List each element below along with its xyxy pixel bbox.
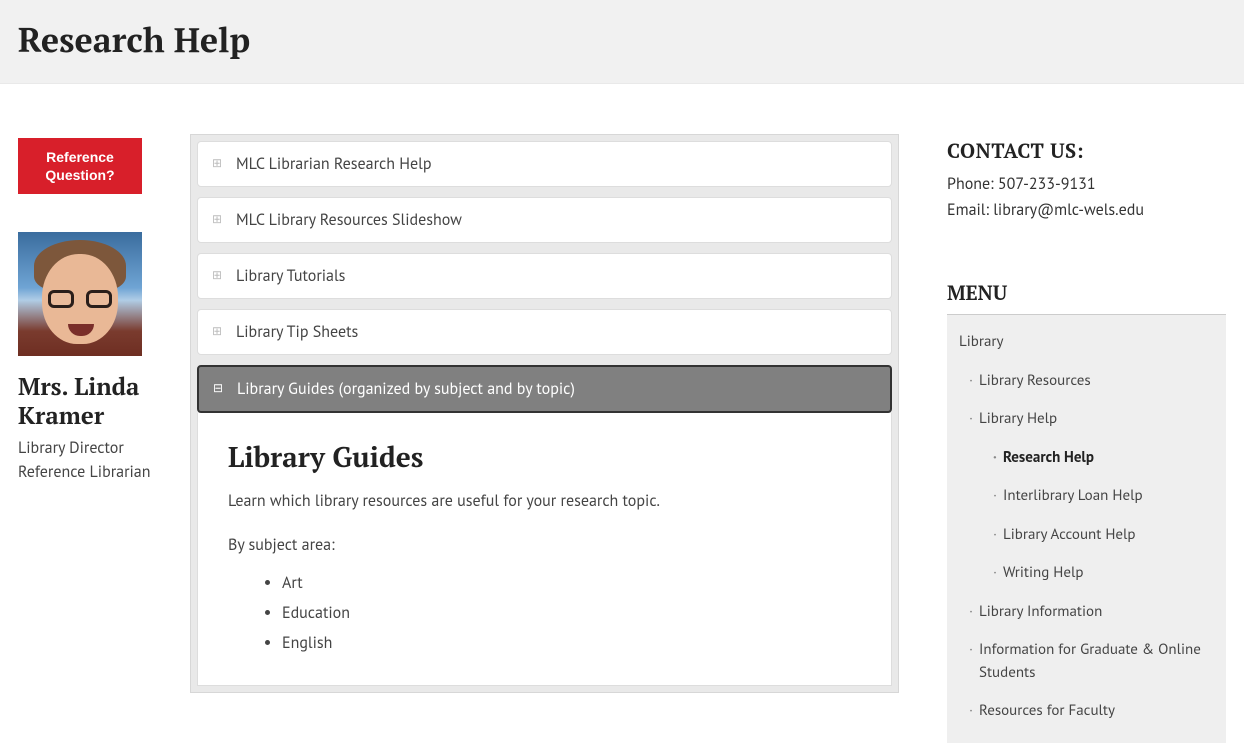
menu-link-ill-help[interactable]: Interlibrary Loan Help xyxy=(947,477,1226,516)
accordion-header-research-help[interactable]: ⊞ MLC Librarian Research Help xyxy=(197,141,892,187)
accordion-header-tip-sheets[interactable]: ⊞ Library Tip Sheets xyxy=(197,309,892,355)
panel-heading: Library Guides xyxy=(228,437,861,479)
page-title-bar: Research Help xyxy=(0,0,1244,84)
menu-link-grad-online[interactable]: Information for Graduate & Online Studen… xyxy=(947,631,1226,692)
plus-icon: ⊞ xyxy=(210,325,224,339)
column-right: CONTACT US: Phone: 507-233-9131 Email: l… xyxy=(899,84,1244,743)
plus-icon: ⊞ xyxy=(210,157,224,171)
accordion-label: Library Guides (organized by subject and… xyxy=(237,377,575,401)
menu-link-library[interactable]: Library xyxy=(947,323,1226,362)
accordion-item: ⊞ MLC Librarian Research Help xyxy=(197,141,892,187)
menu-link-library-help[interactable]: Library Help xyxy=(947,400,1226,439)
accordion: ⊞ MLC Librarian Research Help ⊞ MLC Libr… xyxy=(190,134,899,693)
list-item: Art xyxy=(282,571,861,595)
menu-link-research-help[interactable]: Research Help xyxy=(947,439,1226,478)
page-title: Research Help xyxy=(18,14,1226,65)
accordion-label: MLC Librarian Research Help xyxy=(236,152,431,176)
contact-title-1: Library Director xyxy=(18,438,124,458)
menu-link-account-help[interactable]: Library Account Help xyxy=(947,516,1226,555)
accordion-header-tutorials[interactable]: ⊞ Library Tutorials xyxy=(197,253,892,299)
list-item: Education xyxy=(282,601,861,625)
layout: Reference Question? Mrs. Linda Kramer Li… xyxy=(0,84,1244,743)
reference-question-button[interactable]: Reference Question? xyxy=(18,138,142,194)
contact-heading: CONTACT US: xyxy=(947,136,1226,166)
accordion-label: Library Tip Sheets xyxy=(236,320,358,344)
subject-list: Art Education English xyxy=(228,571,861,655)
reference-question-line2: Question? xyxy=(45,167,114,183)
subject-link[interactable]: English xyxy=(282,633,332,653)
accordion-header-library-guides[interactable]: ⊟ Library Guides (organized by subject a… xyxy=(197,365,892,413)
accordion-label: MLC Library Resources Slideshow xyxy=(236,208,462,232)
plus-icon: ⊞ xyxy=(210,213,224,227)
reference-question-line1: Reference xyxy=(46,149,114,165)
list-item: English xyxy=(282,631,861,655)
menu-link-library-resources[interactable]: Library Resources xyxy=(947,362,1226,401)
accordion-panel-library-guides: Library Guides Learn which library resou… xyxy=(197,413,892,686)
panel-subject-label: By subject area: xyxy=(228,533,861,557)
accordion-item: ⊞ Library Tip Sheets xyxy=(197,309,892,355)
subject-link[interactable]: Art xyxy=(282,573,303,593)
menu-link-writing-help[interactable]: Writing Help xyxy=(947,554,1226,593)
contact-titles: Library Director Reference Librarian xyxy=(18,436,190,484)
contact-email: Email: library@mlc-wels.edu xyxy=(947,198,1226,222)
sidebar-menu: Library Library Resources Library Help R… xyxy=(947,315,1226,743)
column-left: Reference Question? Mrs. Linda Kramer Li… xyxy=(0,84,190,484)
plus-icon: ⊞ xyxy=(210,269,224,283)
subject-link[interactable]: Education xyxy=(282,603,350,623)
panel-intro: Learn which library resources are useful… xyxy=(228,489,861,513)
contact-portrait xyxy=(18,232,142,356)
accordion-item: ⊞ MLC Library Resources Slideshow xyxy=(197,197,892,243)
contact-phone: Phone: 507-233-9131 xyxy=(947,172,1226,196)
accordion-item: ⊟ Library Guides (organized by subject a… xyxy=(197,365,892,686)
accordion-label: Library Tutorials xyxy=(236,264,345,288)
column-main: ⊞ MLC Librarian Research Help ⊞ MLC Libr… xyxy=(190,84,899,693)
accordion-header-slideshow[interactable]: ⊞ MLC Library Resources Slideshow xyxy=(197,197,892,243)
contact-name: Mrs. Linda Kramer xyxy=(18,372,190,430)
menu-link-faculty[interactable]: Resources for Faculty xyxy=(947,692,1226,731)
minus-icon: ⊟ xyxy=(211,382,225,396)
contact-title-2: Reference Librarian xyxy=(18,462,151,482)
menu-heading: MENU xyxy=(947,278,1226,315)
menu-link-library-information[interactable]: Library Information xyxy=(947,593,1226,632)
accordion-item: ⊞ Library Tutorials xyxy=(197,253,892,299)
